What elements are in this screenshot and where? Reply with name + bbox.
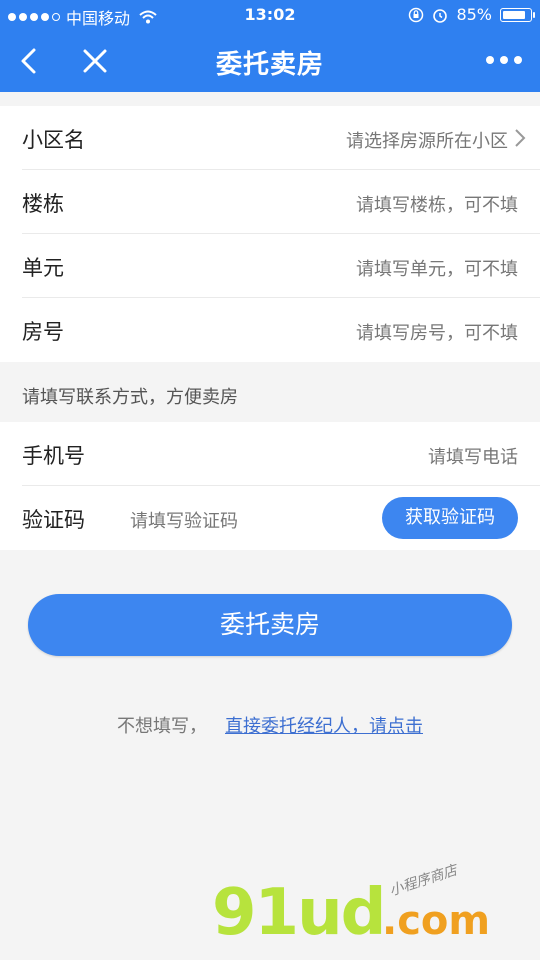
direct-entrust: 不想填写， 直接委托经纪人，请点击 — [0, 712, 540, 738]
community-label: 小区名 — [22, 128, 85, 152]
lock-rotation-icon — [409, 7, 424, 22]
page-title: 委托卖房 — [215, 50, 324, 80]
community-select[interactable]: 请选择房源所在小区 — [346, 127, 508, 153]
watermark-logo: 小程序商店 91ud .com — [212, 863, 512, 950]
battery-icon — [500, 7, 535, 22]
submit-button[interactable]: 委托卖房 — [28, 594, 512, 656]
code-label: 验证码 — [22, 508, 85, 532]
alarm-icon — [433, 8, 448, 23]
direct-entrust-link[interactable]: 直接委托经纪人，请点击 — [225, 716, 423, 737]
watermark-caption: 小程序商店 — [387, 862, 460, 900]
unit-label: 单元 — [22, 256, 64, 280]
direct-prefix: 不想填写， — [117, 716, 207, 737]
house-info-section: 小区名 请选择房源所在小区 楼栋 请填写楼栋，可不填 单元 请填写单元，可不填 … — [0, 106, 540, 362]
watermark-main: 91ud — [212, 876, 386, 950]
contact-section: 手机号 请填写电话 验证码 请填写验证码 获取验证码 — [0, 422, 540, 550]
chevron-right-icon — [515, 129, 526, 147]
phone-input[interactable]: 请填写电话 — [428, 443, 518, 469]
nav-bar: 委托卖房 — [0, 30, 540, 92]
code-row: 验证码 请填写验证码 获取验证码 — [0, 486, 540, 550]
more-dots-icon[interactable] — [486, 56, 522, 64]
phone-label: 手机号 — [22, 444, 85, 468]
room-row[interactable]: 房号 请填写房号，可不填 — [0, 298, 540, 362]
battery-percent: 85% — [456, 5, 492, 24]
contact-hint: 请填写联系方式，方便卖房 — [22, 387, 238, 408]
code-input[interactable]: 请填写验证码 — [130, 507, 238, 533]
community-row[interactable]: 小区名 请选择房源所在小区 — [0, 106, 540, 170]
room-label: 房号 — [22, 320, 64, 344]
status-bar: 中国移动 13:02 85% — [0, 0, 540, 30]
unit-row[interactable]: 单元 请填写单元，可不填 — [0, 234, 540, 298]
status-right: 85% — [408, 5, 535, 24]
unit-input[interactable]: 请填写单元，可不填 — [356, 255, 518, 281]
room-input[interactable]: 请填写房号，可不填 — [356, 319, 518, 345]
get-code-button[interactable]: 获取验证码 — [382, 497, 518, 539]
watermark-suffix: .com — [382, 898, 491, 944]
building-row[interactable]: 楼栋 请填写楼栋，可不填 — [0, 170, 540, 234]
top-bar: 中国移动 13:02 85% 委托卖房 — [0, 0, 540, 92]
building-label: 楼栋 — [22, 192, 64, 216]
building-input[interactable]: 请填写楼栋，可不填 — [356, 191, 518, 217]
phone-row[interactable]: 手机号 请填写电话 — [0, 422, 540, 486]
